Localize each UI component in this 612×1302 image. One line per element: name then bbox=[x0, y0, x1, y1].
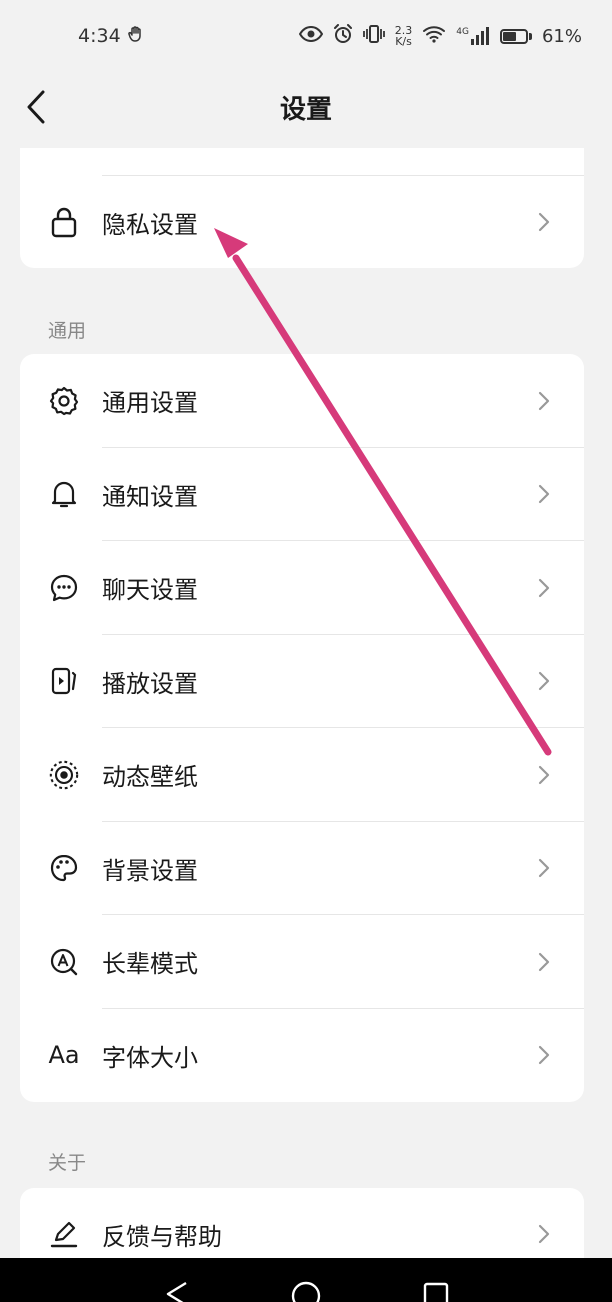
palette-icon bbox=[48, 852, 80, 884]
chevron-right-icon bbox=[534, 952, 554, 972]
network-speed: 2.3 K/s bbox=[395, 25, 413, 47]
nav-back-button[interactable] bbox=[111, 1258, 241, 1302]
settings-row-font-size[interactable]: Aa 字体大小 bbox=[20, 1009, 584, 1103]
settings-row-background[interactable]: 背景设置 bbox=[20, 822, 584, 915]
back-button[interactable] bbox=[18, 88, 54, 126]
vibrate-icon bbox=[362, 24, 385, 49]
battery-icon bbox=[499, 28, 532, 44]
gear-icon bbox=[48, 385, 80, 417]
status-time: 4:34 bbox=[78, 25, 121, 47]
nav-home-button[interactable] bbox=[241, 1258, 371, 1302]
pen-icon bbox=[48, 1218, 80, 1250]
circle-home-icon bbox=[291, 1281, 321, 1302]
chevron-right-icon bbox=[534, 858, 554, 878]
alarm-icon bbox=[333, 23, 353, 49]
nav-recents-button[interactable] bbox=[371, 1258, 501, 1302]
cell-signal-icon: 4G bbox=[456, 27, 490, 45]
chevron-right-icon bbox=[534, 1224, 554, 1244]
settings-row-elder-mode[interactable]: 长辈模式 bbox=[20, 915, 584, 1009]
chevron-right-icon bbox=[534, 578, 554, 598]
settings-row-label: 动态壁纸 bbox=[102, 763, 198, 792]
settings-row-label: 聊天设置 bbox=[102, 576, 198, 605]
card-divider bbox=[102, 148, 584, 176]
eye-icon bbox=[298, 25, 323, 47]
status-right: 2.3 K/s 4G 61% bbox=[298, 23, 582, 49]
chevron-right-icon bbox=[534, 765, 554, 785]
settings-row-label: 长辈模式 bbox=[102, 950, 198, 979]
header-bar: 设置 bbox=[0, 72, 612, 142]
battery-percent: 61% bbox=[541, 25, 582, 47]
status-bar: 4:34 2.3 K/s 4G 61% bbox=[0, 0, 612, 72]
hand-icon bbox=[127, 25, 145, 48]
system-navigation-bar bbox=[0, 1258, 612, 1302]
settings-row-live-wallpaper[interactable]: 动态壁纸 bbox=[20, 728, 584, 822]
section-header-about: 关于 bbox=[48, 1152, 87, 1174]
settings-row-label: 反馈与帮助 bbox=[102, 1222, 222, 1251]
status-left: 4:34 bbox=[78, 25, 145, 48]
elder-mode-icon bbox=[48, 946, 80, 978]
lock-icon bbox=[48, 206, 80, 238]
page-title: 设置 bbox=[279, 94, 332, 125]
play-card-icon bbox=[48, 665, 80, 697]
settings-row-label: 通知设置 bbox=[102, 482, 198, 511]
settings-row-label: 背景设置 bbox=[102, 856, 198, 885]
settings-row-notification[interactable]: 通知设置 bbox=[20, 448, 584, 541]
chat-bubble-icon bbox=[48, 572, 80, 604]
settings-row-label: 字体大小 bbox=[102, 1043, 198, 1072]
settings-row-label: 通用设置 bbox=[102, 389, 198, 418]
general-settings-card: 通用设置 通知设置 聊天设置 播放设置 动态壁纸 背景设置 长辈模式 Aa 字体… bbox=[20, 354, 584, 1102]
signal-type-label: 4G bbox=[456, 27, 469, 37]
chevron-right-icon bbox=[534, 1045, 554, 1065]
live-wallpaper-icon bbox=[48, 759, 80, 791]
settings-row-privacy[interactable]: 隐私设置 bbox=[20, 176, 584, 268]
chevron-right-icon bbox=[534, 671, 554, 691]
bell-icon bbox=[48, 478, 80, 510]
triangle-back-icon bbox=[166, 1281, 187, 1302]
chevron-right-icon bbox=[534, 212, 554, 232]
wifi-icon bbox=[422, 25, 446, 48]
chevron-right-icon bbox=[534, 391, 554, 411]
font-size-icon: Aa bbox=[48, 1039, 80, 1071]
net-speed-unit: K/s bbox=[395, 35, 412, 48]
font-size-glyph: Aa bbox=[48, 1041, 80, 1070]
settings-row-label: 播放设置 bbox=[102, 669, 198, 698]
chevron-right-icon bbox=[534, 484, 554, 504]
settings-row-general[interactable]: 通用设置 bbox=[20, 354, 584, 448]
chevron-left-icon bbox=[27, 90, 45, 124]
settings-row-chat[interactable]: 聊天设置 bbox=[20, 541, 584, 635]
privacy-card: 隐私设置 bbox=[20, 148, 584, 268]
square-recents-icon bbox=[423, 1282, 449, 1302]
section-header-general: 通用 bbox=[48, 320, 87, 342]
settings-row-playback[interactable]: 播放设置 bbox=[20, 635, 584, 728]
settings-row-label: 隐私设置 bbox=[102, 210, 198, 239]
